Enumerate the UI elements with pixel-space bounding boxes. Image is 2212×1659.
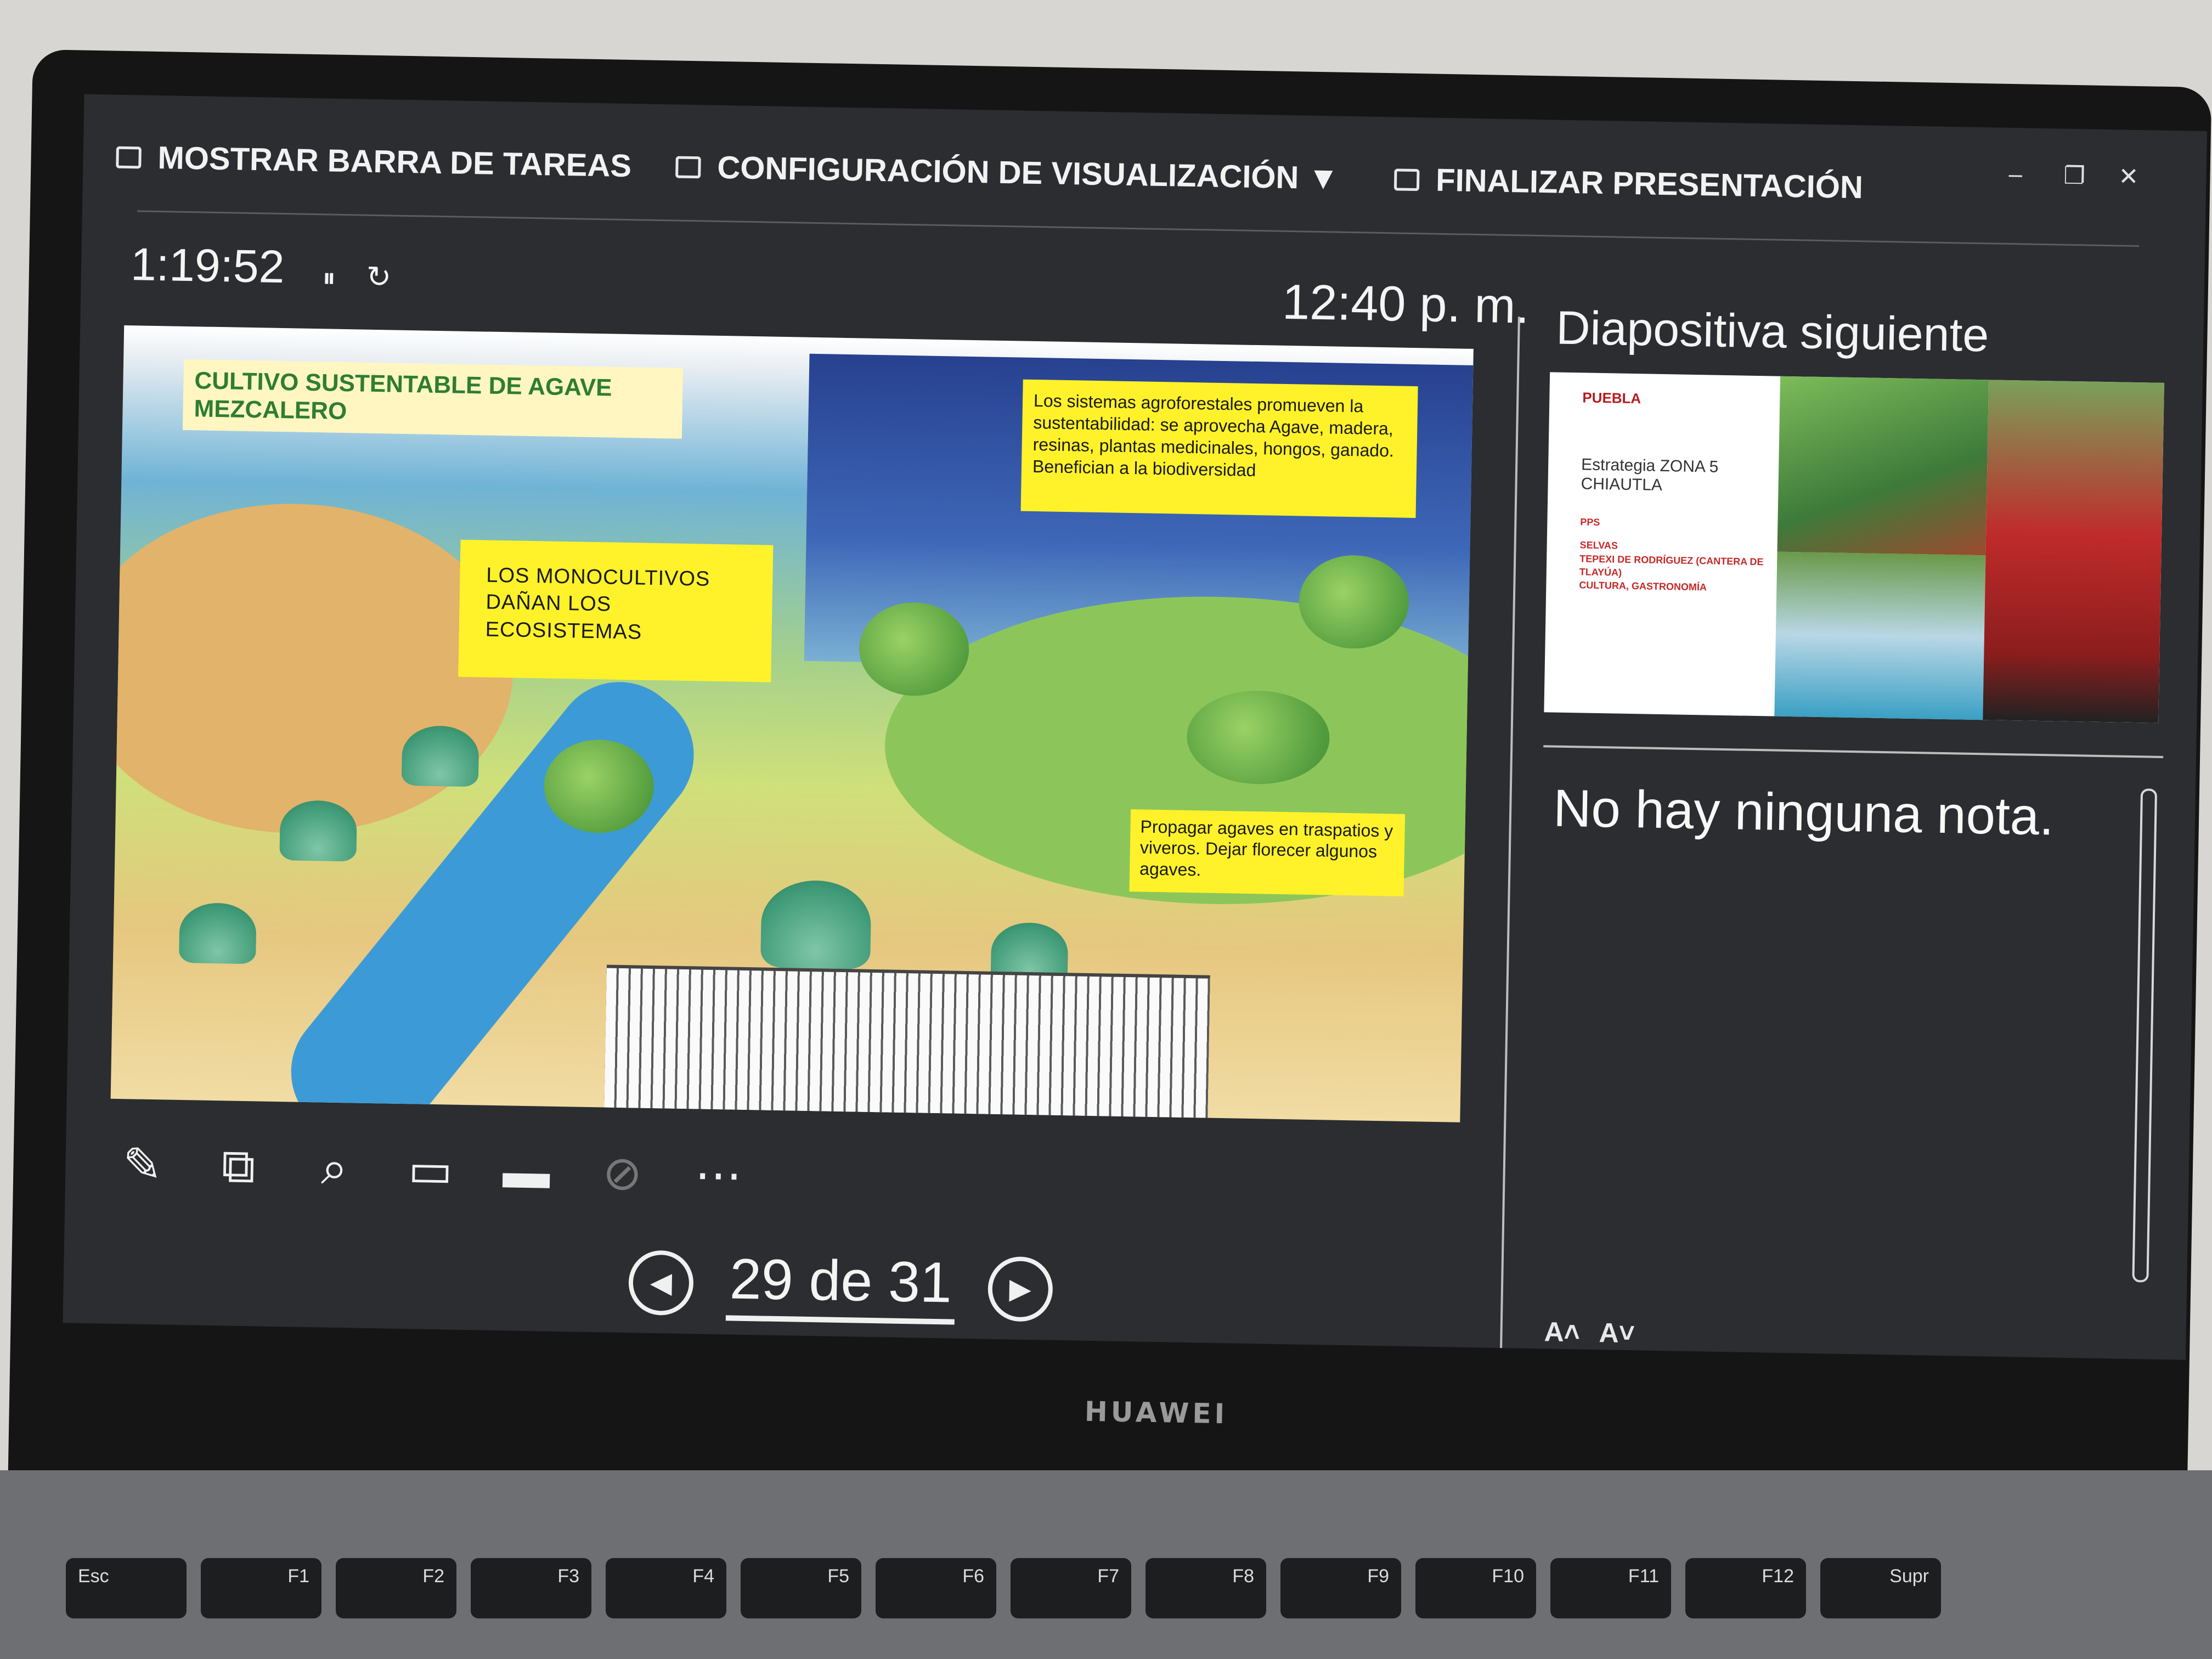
list-item: PPS xyxy=(1580,516,1600,528)
presenter-tools: ✎ ⧉ ⌕ ▭ ▬ ⊘ ⋯ xyxy=(115,1137,747,1203)
laptop-bezel: MOSTRAR BARRA DE TAREAS CONFIGURACIÓN DE… xyxy=(7,49,2212,1541)
end-show-button[interactable]: FINALIZAR PRESENTACIÓN xyxy=(1393,161,1864,206)
next-slide-heading: Estrategia ZONA 5 CHIAUTLA xyxy=(1581,455,1719,494)
key[interactable]: F5 xyxy=(741,1558,861,1618)
slide-counter[interactable]: 29 de 31 xyxy=(725,1246,956,1325)
pause-timer-icon[interactable]: ⏸ xyxy=(322,263,336,294)
presenter-view-screen: MOSTRAR BARRA DE TAREAS CONFIGURACIÓN DE… xyxy=(63,94,2208,1360)
slide-title: CULTIVO SUSTENTABLE DE AGAVE MEZCALERO xyxy=(182,359,684,439)
slide-navigation: ◀ 29 de 31 ▶ xyxy=(628,1245,1053,1326)
next-slide-text: PUEBLA Estrategia ZONA 5 CHIAUTLA PPS SE… xyxy=(1579,389,1769,595)
slide-agave xyxy=(178,902,257,964)
show-taskbar-button[interactable]: MOSTRAR BARRA DE TAREAS xyxy=(116,139,632,184)
slide-agave xyxy=(279,800,358,862)
brand-logo: HUAWEI xyxy=(1084,1395,1228,1430)
next-slide-photo-women xyxy=(1983,380,2164,723)
camera-off-icon[interactable]: ⊘ xyxy=(595,1146,651,1201)
minimize-icon[interactable]: – xyxy=(2008,161,2022,188)
subtitles-icon[interactable]: ▬ xyxy=(499,1144,555,1200)
black-screen-icon[interactable]: ▭ xyxy=(403,1142,459,1198)
slide-house-roof xyxy=(604,964,1210,1121)
puebla-logo: PUEBLA xyxy=(1582,389,1641,407)
current-slide[interactable]: CULTIVO SUSTENTABLE DE AGAVE MEZCALERO L… xyxy=(110,325,1474,1122)
key[interactable]: F2 xyxy=(336,1558,456,1618)
slide-note-agroforestales: Los sistemas agroforestales promueven la… xyxy=(1020,379,1418,518)
display-settings-button[interactable]: CONFIGURACIÓN DE VISUALIZACIÓN ▼ xyxy=(675,148,1340,196)
key[interactable]: F10 xyxy=(1415,1558,1536,1618)
key[interactable]: F3 xyxy=(471,1558,591,1618)
reset-timer-icon[interactable]: ↻ xyxy=(366,259,391,295)
key[interactable]: F1 xyxy=(201,1558,321,1618)
next-slide-label: Diapositiva siguiente xyxy=(1555,301,1990,362)
key[interactable]: F9 xyxy=(1280,1558,1401,1618)
previous-slide-button[interactable]: ◀ xyxy=(628,1249,694,1316)
notes-scrollbar[interactable] xyxy=(2132,788,2158,1283)
list-item: CULTURA, GASTRONOMÍA xyxy=(1579,579,1707,593)
taskbar-icon xyxy=(116,146,142,168)
next-slide-thumbnail[interactable]: PUEBLA Estrategia ZONA 5 CHIAUTLA PPS SE… xyxy=(1544,372,2164,723)
key[interactable]: F7 xyxy=(1011,1558,1131,1618)
speaker-notes[interactable]: No hay ninguna nota. xyxy=(1553,778,2054,848)
next-slide-button[interactable]: ▶ xyxy=(987,1256,1053,1322)
next-slide-photo-waterfall xyxy=(1774,551,1986,720)
key[interactable]: Esc xyxy=(66,1558,187,1618)
list-item: TEPEXI DE RODRÍGUEZ (CANTERA DE TLAYÚA) xyxy=(1579,552,1764,578)
next-slide-photo-garden xyxy=(1777,376,1989,556)
pane-divider[interactable] xyxy=(1499,317,1520,1360)
key[interactable]: F6 xyxy=(876,1558,996,1618)
elapsed-timer: 1:19:52 xyxy=(130,238,285,293)
next-slide-list: PPS SELVAS TEPEXI DE RODRÍGUEZ (CANTERA … xyxy=(1579,515,1767,595)
presenter-topbar: MOSTRAR BARRA DE TAREAS CONFIGURACIÓN DE… xyxy=(82,94,2207,247)
more-options-icon[interactable]: ⋯ xyxy=(691,1147,747,1203)
increase-font-button[interactable]: A˄ xyxy=(1544,1316,1580,1348)
key[interactable]: F12 xyxy=(1685,1558,1806,1618)
decrease-font-button[interactable]: A˅ xyxy=(1599,1317,1635,1349)
key[interactable]: F4 xyxy=(606,1558,726,1618)
slide-note-monocultivos: LOS MONOCULTIVOS DAÑAN LOS ECOSISTEMAS xyxy=(458,539,774,682)
current-time: 12:40 p. m. xyxy=(1282,274,1530,334)
display-settings-icon xyxy=(675,155,701,178)
slide-agave xyxy=(760,879,872,969)
show-taskbar-label: MOSTRAR BARRA DE TAREAS xyxy=(157,140,632,184)
end-show-icon xyxy=(1393,168,1420,191)
display-settings-label: CONFIGURACIÓN DE VISUALIZACIÓN ▼ xyxy=(716,149,1340,196)
pen-tool-icon[interactable]: ✎ xyxy=(115,1137,171,1193)
key[interactable]: F11 xyxy=(1550,1558,1671,1618)
restore-icon[interactable]: ❐ xyxy=(2063,162,2085,190)
key[interactable]: F8 xyxy=(1146,1558,1266,1618)
zoom-icon[interactable]: ⌕ xyxy=(307,1141,363,1197)
close-icon[interactable]: ✕ xyxy=(2118,162,2139,191)
slide-note-propagar: Propagar agaves en traspatios y viveros.… xyxy=(1129,809,1406,896)
slide-agave xyxy=(401,725,479,787)
see-all-slides-icon[interactable]: ⧉ xyxy=(211,1139,267,1195)
notes-divider[interactable] xyxy=(1543,745,2164,758)
end-show-label: FINALIZAR PRESENTACIÓN xyxy=(1435,162,1864,206)
key[interactable]: Supr xyxy=(1820,1558,1941,1618)
function-key-row: Esc F1 F2 F3 F4 F5 F6 F7 F8 F9 F10 F11 F… xyxy=(66,1558,1941,1618)
